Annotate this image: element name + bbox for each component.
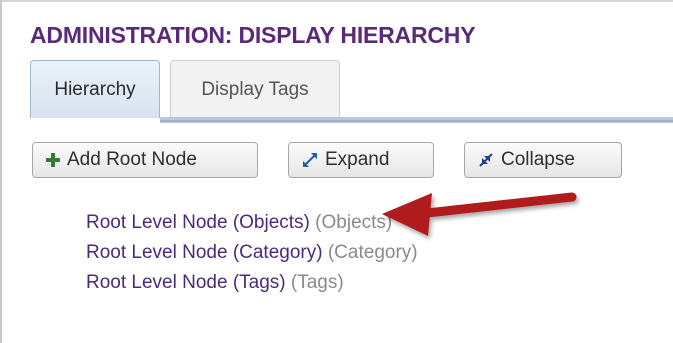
collapse-button[interactable]: Collapse bbox=[464, 142, 622, 178]
tree-node-objects[interactable]: Root Level Node (Objects) (Objects) bbox=[86, 208, 418, 238]
expand-label: Expand bbox=[325, 149, 390, 170]
collapse-label: Collapse bbox=[501, 149, 575, 170]
tab-underline-inner bbox=[160, 120, 673, 122]
collapse-arrows-icon bbox=[477, 151, 495, 169]
page-title: ADMINISTRATION: DISPLAY HIERARCHY bbox=[30, 22, 476, 48]
add-root-node-label: Add Root Node bbox=[67, 149, 197, 170]
tree-node-category[interactable]: Root Level Node (Category) (Category) bbox=[86, 238, 418, 268]
tree-node-type: (Objects) bbox=[315, 212, 393, 233]
hierarchy-tree: Root Level Node (Objects) (Objects) Root… bbox=[86, 208, 418, 298]
plus-icon bbox=[45, 152, 61, 168]
tree-node-type: (Tags) bbox=[290, 272, 344, 293]
top-border bbox=[0, 0, 673, 2]
left-border bbox=[0, 0, 2, 343]
add-root-node-button[interactable]: Add Root Node bbox=[32, 142, 258, 178]
tab-display-tags[interactable]: Display Tags bbox=[170, 60, 340, 118]
tree-node-label[interactable]: Root Level Node (Tags) bbox=[86, 272, 286, 293]
tree-node-label[interactable]: Root Level Node (Category) bbox=[86, 242, 323, 263]
tree-node-label[interactable]: Root Level Node (Objects) bbox=[86, 212, 310, 233]
tab-hierarchy[interactable]: Hierarchy bbox=[30, 60, 160, 118]
display-hierarchy-window: ADMINISTRATION: DISPLAY HIERARCHY Hierar… bbox=[0, 0, 673, 343]
expand-arrows-icon bbox=[301, 151, 319, 169]
tree-node-type: (Category) bbox=[327, 242, 418, 263]
tree-node-tags[interactable]: Root Level Node (Tags) (Tags) bbox=[86, 268, 418, 298]
expand-button[interactable]: Expand bbox=[288, 142, 434, 178]
